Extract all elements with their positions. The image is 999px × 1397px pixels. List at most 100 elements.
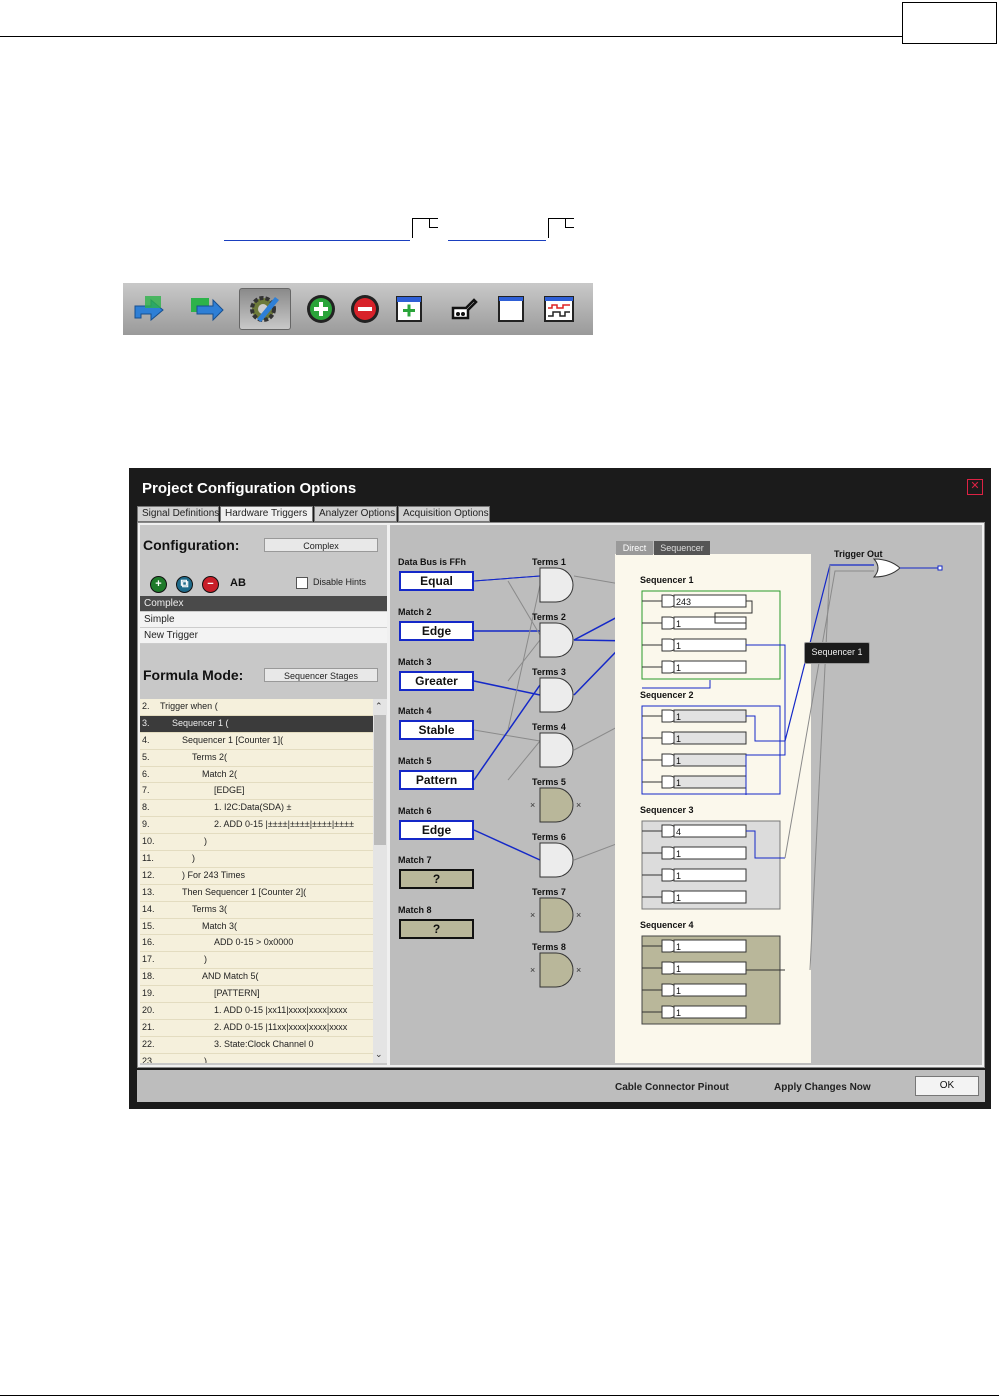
formula-row[interactable]: 22. 3. State:Clock Channel 0 — [140, 1037, 373, 1054]
blank-window-button[interactable] — [489, 288, 533, 330]
delete-configuration-button[interactable]: − — [202, 576, 219, 593]
and-gate[interactable] — [539, 677, 574, 713]
and-gate[interactable] — [539, 952, 574, 988]
terms-label: Terms 6 — [532, 832, 566, 842]
formula-row[interactable]: 12.) For 243 Times — [140, 868, 373, 885]
counter-value: 1 — [676, 641, 681, 651]
counter-field[interactable] — [673, 983, 747, 997]
tab-sequencer[interactable]: Sequencer — [654, 541, 710, 555]
formula-scrollbar[interactable]: ⌃ ⌄ — [373, 699, 387, 1063]
configuration-field[interactable]: Complex — [264, 538, 378, 552]
scroll-up-icon[interactable]: ⌃ — [375, 701, 383, 712]
formula-row[interactable]: 19. [PATTERN] — [140, 986, 373, 1004]
formula-row[interactable]: 7. [EDGE] — [140, 783, 373, 801]
remove-button[interactable] — [343, 288, 387, 330]
formula-row[interactable]: 4. Sequencer 1 [Counter 1]( — [140, 733, 373, 750]
and-gate[interactable] — [539, 787, 574, 823]
formula-row[interactable]: 14. Terms 3( — [140, 902, 373, 919]
add-configuration-button[interactable]: + — [150, 576, 167, 593]
wire — [473, 829, 541, 861]
tab-acquisition-options[interactable]: Acquisition Options — [398, 506, 490, 522]
formula-row[interactable]: 18. AND Match 5( — [140, 969, 373, 987]
formula-row[interactable]: 15. Match 3( — [140, 919, 373, 936]
counter-field[interactable] — [673, 961, 747, 975]
tab-hardware-triggers[interactable]: Hardware Triggers — [220, 506, 313, 522]
counter-field[interactable] — [673, 731, 747, 745]
formula-row[interactable]: 2. Trigger when ( — [140, 699, 373, 716]
formula-row[interactable]: 16. ADD 0-15 > 0x0000 — [140, 935, 373, 953]
new-window-button[interactable] — [387, 288, 431, 330]
xref-link-2[interactable] — [448, 223, 546, 241]
counter-field[interactable] — [673, 753, 747, 767]
tab-analyzer-options[interactable]: Analyzer Options — [314, 506, 397, 522]
list-item-new-trigger[interactable]: New Trigger — [140, 628, 387, 644]
waveform-button[interactable] — [537, 288, 581, 330]
formula-line-number: 15. — [142, 920, 155, 931]
scroll-down-icon[interactable]: ⌄ — [375, 1049, 383, 1060]
xref-link-1[interactable] — [224, 223, 410, 241]
export-button[interactable] — [185, 288, 229, 330]
counter-field[interactable] — [673, 775, 747, 789]
import-button[interactable] — [127, 288, 171, 330]
formula-row[interactable]: 21. 2. ADD 0-15 |11xx|xxxx|xxxx|xxxx — [140, 1020, 373, 1037]
counter-value: 1 — [676, 756, 681, 766]
tab-signal-definitions[interactable]: Signal Definitions — [137, 506, 219, 522]
formula-row[interactable]: 9. 2. ADD 0-15 |±±±±|±±±±|±±±±|±±±± — [140, 817, 373, 835]
formula-row[interactable]: 5. Terms 2( — [140, 750, 373, 767]
formula-row[interactable]: 17.) — [140, 952, 373, 970]
x-icon: × — [576, 800, 581, 810]
formula-line-number: 18. — [142, 971, 155, 982]
formula-row[interactable]: 11.) — [140, 851, 373, 868]
formula-line-number: 17. — [142, 954, 155, 965]
configuration-button[interactable] — [239, 288, 291, 330]
add-button[interactable] — [299, 288, 343, 330]
trigger-out-gate[interactable] — [872, 558, 901, 578]
counter-field[interactable] — [673, 824, 747, 838]
sequencer-label: Sequencer 4 — [640, 920, 694, 930]
x-icon: × — [530, 910, 535, 920]
and-gate[interactable] — [539, 842, 574, 878]
counter-field[interactable] — [673, 638, 747, 652]
formula-line-text: [PATTERN] — [214, 988, 260, 999]
x-icon: × — [576, 910, 581, 920]
probe-button[interactable] — [441, 288, 485, 330]
counter-field[interactable] — [673, 846, 747, 860]
formula-mode-field[interactable]: Sequencer Stages — [264, 668, 378, 682]
tab-direct[interactable]: Direct — [616, 541, 653, 555]
rename-ab-button[interactable]: AB — [230, 577, 246, 589]
blank-window-icon — [498, 296, 524, 322]
formula-mode-label: Formula Mode: — [143, 667, 244, 683]
settings-gear-icon — [250, 296, 279, 322]
counter-field[interactable] — [673, 939, 747, 953]
dialog-content: Configuration: Complex + ⧉ − AB Disable … — [137, 522, 985, 1068]
and-gate[interactable] — [539, 622, 574, 658]
formula-row[interactable]: 3. Sequencer 1 ( — [140, 715, 373, 733]
formula-row[interactable]: 10.) — [140, 834, 373, 852]
list-item-complex[interactable]: Complex — [140, 596, 387, 612]
sequencer-label: Sequencer 3 — [640, 805, 694, 815]
and-gate[interactable] — [539, 567, 574, 603]
counter-field[interactable] — [673, 660, 747, 674]
and-gate[interactable] — [539, 897, 574, 933]
formula-row[interactable]: 6. Match 2( — [140, 767, 373, 784]
add-icon — [307, 295, 335, 323]
counter-field[interactable] — [673, 709, 747, 723]
apply-changes-now-link[interactable]: Apply Changes Now — [774, 1082, 871, 1093]
cable-connector-pinout-link[interactable]: Cable Connector Pinout — [615, 1082, 729, 1093]
disable-hints-checkbox[interactable] — [296, 577, 308, 589]
formula-row[interactable]: 20. 1. ADD 0-15 |xx11|xxxx|xxxx|xxxx — [140, 1003, 373, 1020]
ok-button[interactable]: OK — [915, 1076, 979, 1096]
and-gate[interactable] — [539, 732, 574, 768]
left-panel: Configuration: Complex + ⧉ − AB Disable … — [140, 525, 387, 1065]
formula-row[interactable]: 23.) — [140, 1054, 373, 1063]
counter-field[interactable] — [673, 1005, 747, 1019]
list-item-simple[interactable]: Simple — [140, 612, 387, 628]
scroll-thumb[interactable] — [374, 715, 386, 845]
formula-row[interactable]: 13. Then Sequencer 1 [Counter 2]( — [140, 885, 373, 902]
close-button[interactable]: ✕ — [967, 479, 983, 495]
counter-field[interactable] — [673, 890, 747, 904]
copy-configuration-button[interactable]: ⧉ — [176, 576, 193, 593]
formula-row[interactable]: 8. 1. I2C:Data(SDA) ± — [140, 800, 373, 818]
counter-field[interactable] — [673, 868, 747, 882]
formula-line-number: 6. — [142, 768, 150, 779]
